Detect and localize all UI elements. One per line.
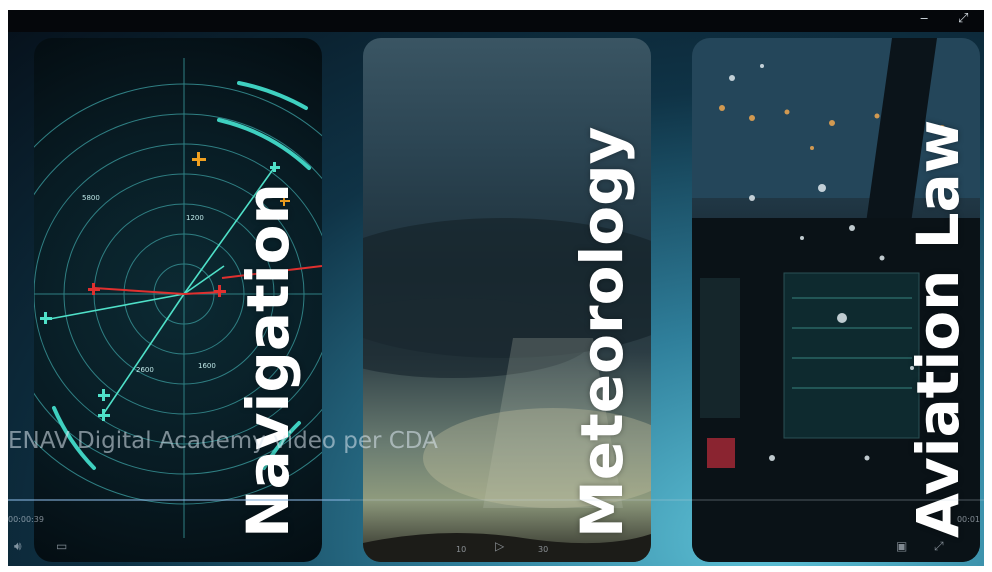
remaining-time: 00:01 <box>956 515 980 524</box>
radar-label: 2600 <box>136 366 154 374</box>
navigation-title: Navigation <box>234 183 302 538</box>
aviation-law-title: Aviation Law <box>904 119 972 538</box>
elapsed-time: 00:00:39 <box>8 515 44 524</box>
subtitles-icon[interactable]: ▭ <box>56 539 67 553</box>
resize-icon[interactable]: ⤢ <box>958 12 968 26</box>
radar-label: 1600 <box>198 362 216 370</box>
progress-fill <box>8 499 350 501</box>
meteorology-card: Meteorology <box>363 38 651 562</box>
play-icon[interactable]: ▷ <box>495 539 504 553</box>
fullscreen-icon[interactable]: ⤢ <box>934 539 944 553</box>
video-title: ENAV Digital Academy video per CDA <box>8 428 438 454</box>
radar-label: 1200 <box>186 214 204 222</box>
radar-label: 5800 <box>82 194 100 202</box>
video-frame[interactable]: ‒ ⤢ 5800 1200 2600 1600 Navigation Meteo… <box>8 10 984 566</box>
meteorology-title: Meteorology <box>568 126 636 538</box>
skip-back-button[interactable]: 10 <box>456 543 466 557</box>
mini-player-icon[interactable]: ▣ <box>896 539 907 553</box>
minimize-icon[interactable]: ‒ <box>920 12 928 26</box>
aviation-law-card: Aviation Law <box>692 38 980 562</box>
progress-bar[interactable] <box>8 499 984 501</box>
navigation-card: 5800 1200 2600 1600 Navigation <box>34 38 322 562</box>
skip-forward-button[interactable]: 30 <box>538 543 548 557</box>
window-title-bar: ‒ ⤢ <box>8 10 984 32</box>
volume-icon[interactable]: 🔊︎ <box>14 539 22 553</box>
